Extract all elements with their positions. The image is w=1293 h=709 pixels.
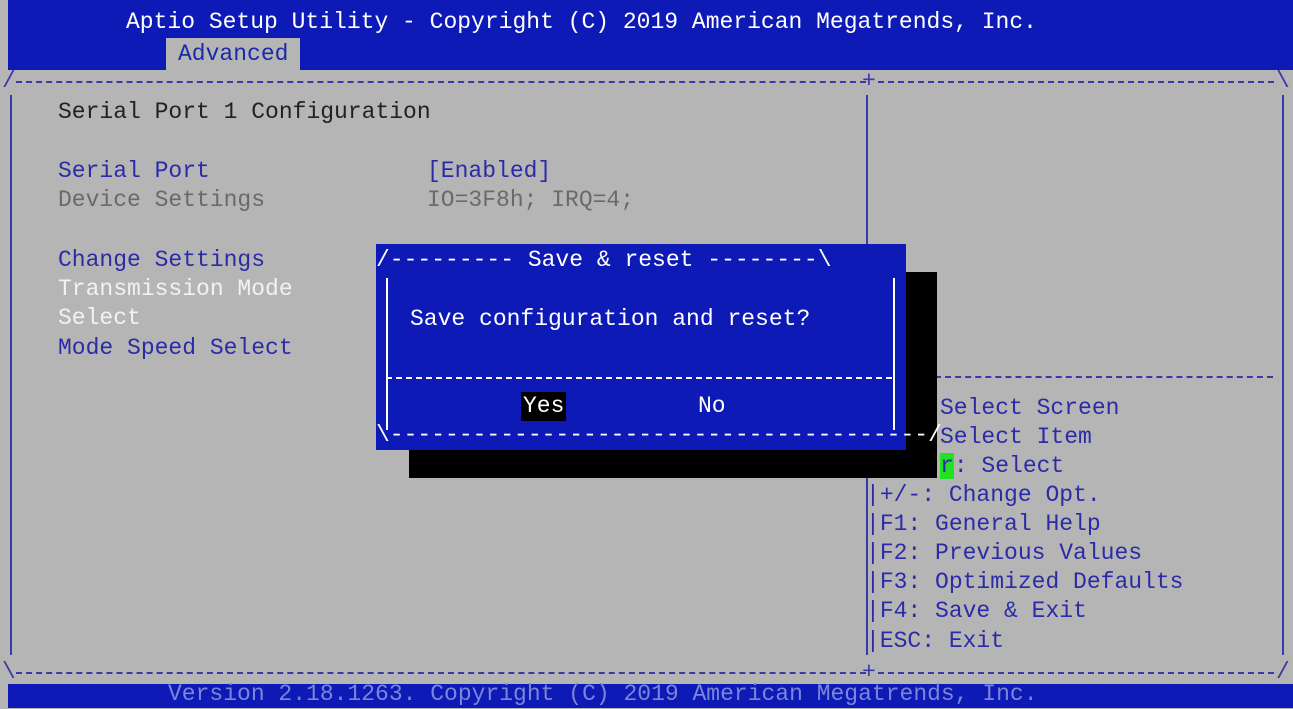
help-f4: |F4: Save & Exit: [866, 598, 1087, 624]
no-button[interactable]: No: [698, 392, 726, 421]
dialog-left-border: [386, 278, 388, 430]
help-select-screen: Select Screen: [940, 395, 1120, 421]
frame-corner-bl: \: [2, 659, 16, 685]
help-f1-text: F1: General Help: [879, 511, 1101, 537]
help-f3-text: F3: Optimized Defaults: [879, 569, 1184, 595]
dialog-message: Save configuration and reset?: [410, 306, 811, 332]
serial-port-value[interactable]: [Enabled]: [427, 157, 551, 186]
help-enter-text: : Select: [953, 453, 1065, 479]
frame-left-border: [10, 95, 12, 655]
device-settings-value: IO=3F8h; IRQ=4;: [427, 187, 635, 213]
frame-top-left: [16, 81, 866, 83]
help-enter-select: r: Select: [940, 452, 1064, 481]
transmission-mode-select-label[interactable]: Select: [58, 304, 141, 333]
change-settings-label[interactable]: Change Settings: [58, 246, 265, 275]
help-change-opt-text: +/-: Change Opt.: [879, 482, 1101, 508]
section-title: Serial Port 1 Configuration: [58, 99, 431, 125]
help-f4-text: F4: Save & Exit: [879, 598, 1087, 624]
help-f2: |F2: Previous Values: [866, 540, 1143, 566]
app-title: Aptio Setup Utility - Copyright (C) 2019…: [126, 9, 1037, 35]
footer-bar: Version 2.18.1263. Copyright (C) 2019 Am…: [8, 681, 1293, 708]
frame-corner-tl: /: [2, 68, 16, 94]
transmission-mode-label[interactable]: Transmission Mode: [58, 275, 293, 304]
yes-button[interactable]: Yes: [521, 392, 567, 421]
header-bar: Aptio Setup Utility - Copyright (C) 2019…: [8, 0, 1293, 70]
dialog-shadow-bottom: [409, 450, 937, 478]
help-f1: |F1: General Help: [866, 511, 1101, 537]
frame-corner-br: /: [1276, 659, 1290, 685]
help-change-opt: |+/-: Change Opt.: [866, 482, 1101, 508]
dialog-right-border: [893, 278, 895, 430]
save-reset-dialog: /--------- Save & reset --------\ Save c…: [376, 244, 942, 450]
help-f2-text: F2: Previous Values: [879, 540, 1143, 566]
tab-advanced[interactable]: Advanced: [166, 38, 301, 70]
help-esc-text: ESC: Exit: [879, 628, 1005, 654]
help-separator: [935, 376, 1273, 378]
mode-speed-select-label[interactable]: Mode Speed Select: [58, 334, 293, 363]
dialog-title: Save & reset: [527, 247, 694, 273]
frame-bottom-left: [16, 672, 866, 674]
dialog-bottom-border: \---------------------------------------…: [376, 422, 942, 448]
help-select-item: Select Item: [940, 424, 1092, 450]
help-f3: |F3: Optimized Defaults: [866, 569, 1184, 595]
frame-bottom-right: [878, 672, 1274, 674]
help-enter-key: r: [940, 453, 954, 479]
frame-divider-upper: [866, 95, 868, 245]
frame-corner-tr: \: [1276, 68, 1290, 94]
frame-junction-top: +: [862, 68, 876, 94]
dialog-separator: [386, 377, 892, 379]
serial-port-label[interactable]: Serial Port: [58, 157, 210, 186]
help-esc: |ESC: Exit: [866, 628, 1005, 654]
frame-right-border: [1282, 95, 1284, 655]
frame-top-right: [878, 81, 1274, 83]
version-text: Version 2.18.1263. Copyright (C) 2019 Am…: [168, 681, 1038, 707]
device-settings-label: Device Settings: [58, 187, 266, 213]
dialog-title-row: /--------- Save & reset --------\: [376, 247, 832, 273]
